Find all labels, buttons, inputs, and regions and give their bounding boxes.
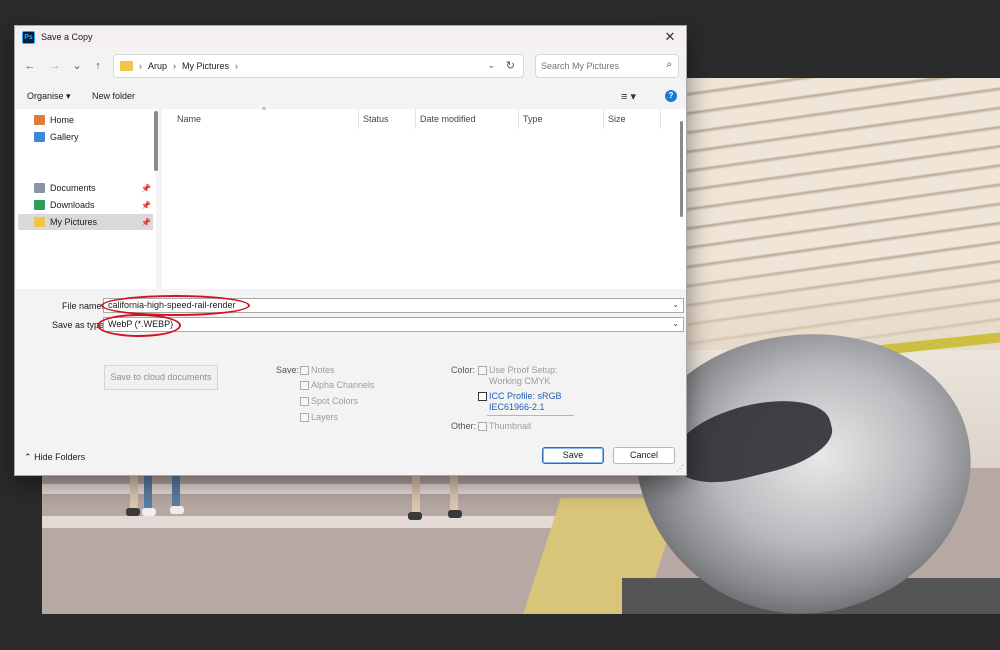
column-header-status[interactable]: Status [363, 114, 389, 124]
other-options-label: Other: [451, 421, 477, 431]
title-bar: Ps Save a Copy ✕ [15, 26, 686, 48]
downloads-icon [34, 200, 45, 210]
icc-profile-label: ICC Profile: sRGB [489, 391, 562, 401]
hide-folders-label: Hide Folders [34, 452, 86, 462]
file-name-value: california-high-speed-rail-render [108, 300, 236, 310]
save-as-type-select[interactable]: WebP (*.WEBP) ⌄ [103, 317, 684, 332]
save-a-copy-dialog: Ps Save a Copy ✕ ← → ⌄ ↑ › Arup › My Pic… [14, 25, 687, 476]
layers-checkbox[interactable] [300, 413, 309, 422]
home-icon [34, 115, 45, 125]
address-bar[interactable]: › Arup › My Pictures › ⌄ ↻ [113, 54, 524, 78]
spot-colors-checkbox[interactable] [300, 397, 309, 406]
breadcrumb-separator: › [173, 61, 177, 71]
forward-arrow-icon[interactable]: → [47, 58, 63, 74]
folder-icon [34, 217, 45, 227]
chevron-up-icon: ⌃ [24, 452, 32, 462]
photoshop-icon: Ps [22, 30, 35, 44]
save-as-type-label: Save as type: [52, 320, 107, 330]
spot-colors-label: Spot Colors [311, 396, 359, 406]
notes-label: Notes [311, 365, 335, 375]
view-options-icon[interactable]: ≡ ▾ [621, 90, 636, 103]
breadcrumb-separator[interactable]: › [235, 61, 238, 71]
save-button[interactable]: Save [542, 447, 604, 464]
recent-locations-icon[interactable]: ⌄ [69, 58, 85, 74]
navigation-bar: ← → ⌄ ↑ › Arup › My Pictures › ⌄ ↻ ⌕ [15, 52, 686, 80]
folder-icon [120, 61, 133, 71]
column-header-name[interactable]: Name [177, 114, 201, 124]
color-options-label: Color: [451, 365, 476, 375]
refresh-icon[interactable]: ↻ [506, 59, 515, 72]
pin-icon: 📌 [141, 183, 151, 193]
column-header-type[interactable]: Type [523, 114, 543, 124]
chevron-down-icon[interactable]: ⌄ [672, 300, 679, 309]
pin-icon: 📌 [141, 217, 151, 227]
back-arrow-icon[interactable]: ← [22, 58, 38, 74]
sidebar-item-gallery[interactable]: Gallery [18, 129, 153, 145]
search-input[interactable] [541, 59, 659, 73]
thumbnail-checkbox[interactable] [478, 422, 487, 431]
breadcrumb-my-pictures[interactable]: My Pictures [182, 61, 229, 71]
options-divider [487, 415, 574, 416]
use-proof-setup-label: Use Proof Setup: [489, 365, 558, 375]
working-cmyk-label: Working CMYK [489, 376, 551, 386]
documents-icon [34, 183, 45, 193]
save-as-type-value: WebP (*.WEBP) [108, 319, 174, 329]
cancel-button[interactable]: Cancel [613, 447, 675, 464]
save-to-cloud-button[interactable]: Save to cloud documents [104, 365, 218, 390]
thumbnail-label: Thumbnail [489, 421, 532, 431]
file-name-label: File name: [62, 301, 105, 311]
sort-ascending-icon: ^ [262, 106, 266, 115]
resize-grip-icon[interactable]: ⋰ [676, 464, 684, 473]
save-options-label: Save: [276, 365, 300, 375]
alpha-channels-checkbox[interactable] [300, 381, 309, 390]
gallery-icon [34, 132, 45, 142]
notes-checkbox[interactable] [300, 366, 309, 375]
pin-icon: 📌 [141, 200, 151, 210]
command-bar: Organise ▾ New folder ≡ ▾ ? [15, 86, 686, 108]
search-icon[interactable]: ⌕ [666, 59, 672, 70]
sidebar-item-documents[interactable]: Documents 📌 [18, 180, 153, 196]
column-header-size[interactable]: Size [608, 114, 626, 124]
up-folder-icon[interactable]: ↑ [90, 58, 106, 74]
column-header-date-modified[interactable]: Date modified [420, 114, 476, 124]
search-box: ⌕ [535, 54, 679, 78]
sidebar-item-label: Gallery [50, 132, 79, 142]
navigation-pane: Home Gallery Documents 📌 Downloads 📌 My … [16, 109, 156, 289]
use-proof-setup-checkbox[interactable] [478, 366, 487, 375]
icc-profile-name: IEC61966-2.1 [489, 402, 545, 412]
sidebar-item-label: Home [50, 115, 75, 125]
hide-folders-button[interactable]: ⌃ Hide Folders [24, 452, 85, 463]
alpha-channels-label: Alpha Channels [311, 380, 375, 390]
pedestrians [112, 468, 512, 528]
address-dropdown-icon[interactable]: ⌄ [487, 60, 495, 71]
sidebar-item-home[interactable]: Home [18, 112, 153, 128]
dialog-title: Save a Copy [41, 32, 93, 42]
close-button[interactable]: ✕ [662, 29, 678, 45]
sidebar-item-label: Documents [50, 183, 96, 193]
chevron-down-icon[interactable]: ⌄ [672, 319, 679, 328]
sidebar-item-label: Downloads [50, 200, 95, 210]
file-name-field[interactable]: california-high-speed-rail-render ⌄ [103, 298, 684, 313]
sidebar-item-my-pictures[interactable]: My Pictures 📌 [18, 214, 153, 230]
breadcrumb-separator: › [139, 61, 142, 71]
navigation-scrollbar[interactable] [154, 111, 158, 171]
file-list-scrollbar[interactable] [680, 121, 683, 217]
icc-profile-checkbox[interactable] [478, 392, 487, 401]
breadcrumb-arup[interactable]: Arup [148, 61, 167, 71]
help-icon[interactable]: ? [665, 90, 677, 102]
organise-button[interactable]: Organise ▾ [27, 91, 71, 102]
layers-label: Layers [311, 412, 339, 422]
sidebar-item-downloads[interactable]: Downloads 📌 [18, 197, 153, 213]
file-list: ^ Name Status Date modified Type Size [162, 106, 686, 289]
new-folder-button[interactable]: New folder [92, 91, 135, 101]
sidebar-item-label: My Pictures [50, 217, 98, 227]
